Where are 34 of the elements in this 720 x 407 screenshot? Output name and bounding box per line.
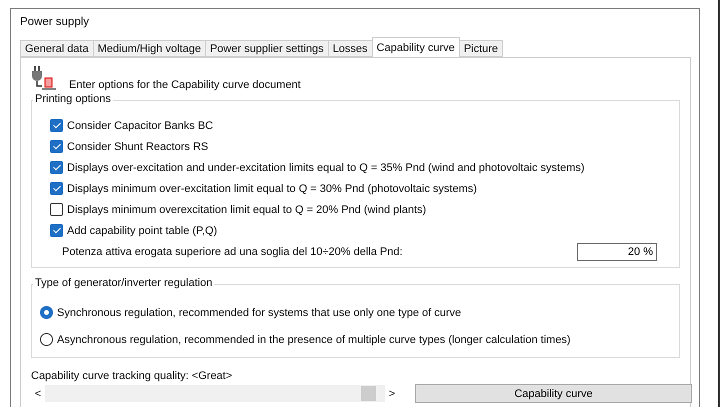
radio-label: Asynchronous regulation, recommended in the presence of multiple curve types (longer calculation times): [57, 334, 571, 346]
slider-thumb[interactable]: [360, 386, 376, 401]
group-title: Type of generator/inverter regulation: [33, 277, 214, 289]
radio-button[interactable]: [40, 306, 53, 319]
header-text: Enter options for the Capability curve document: [69, 79, 301, 91]
threshold-field[interactable]: 20 %: [577, 243, 657, 261]
radio-label: Synchronous regulation, recommended for systems that use only one type of curve: [57, 306, 462, 318]
group-title: Printing options: [33, 93, 113, 105]
checkbox[interactable]: [50, 140, 63, 153]
checkbox-label: Add capability point table (P,Q): [67, 224, 218, 236]
checkbox[interactable]: [50, 224, 63, 237]
checkbox[interactable]: [50, 203, 63, 216]
checkbox-label: Displays minimum overexcitation limit equal to Q = 20% Pnd (wind plants): [67, 204, 426, 216]
tab[interactable]: Picture: [458, 40, 504, 57]
tab[interactable]: Losses: [328, 40, 373, 57]
tab[interactable]: Power supplier settings: [204, 40, 329, 57]
checkbox[interactable]: [50, 161, 63, 174]
checkbox-label: Displays over-excitation and under-excitation limits equal to Q = 35% Pnd (wind and photovoltaic systems): [67, 162, 585, 174]
tab[interactable]: Medium/High voltage: [92, 40, 206, 57]
left-arrow[interactable]: <: [31, 388, 45, 400]
capability-curve-button[interactable]: Capability curve: [415, 384, 692, 403]
slider-track[interactable]: [45, 385, 385, 402]
tab[interactable]: General data: [20, 40, 94, 57]
plug-icon: [31, 64, 59, 92]
tracking-label: Capability curve tracking quality: <Great>: [31, 370, 234, 382]
checkbox-label: Consider Capacitor Banks BC: [67, 120, 214, 132]
checkbox[interactable]: [50, 182, 63, 195]
checkbox[interactable]: [50, 119, 63, 132]
right-arrow[interactable]: >: [385, 388, 399, 400]
radio-button[interactable]: [40, 333, 53, 346]
checkbox-label: Consider Shunt Reactors RS: [67, 140, 208, 152]
checkbox-label: Displays minimum over-excitation limit equal to Q = 30% Pnd (photovoltaic systems): [67, 182, 477, 194]
window-title: Power supply: [20, 15, 90, 30]
threshold-label: Potenza attiva erogata superiore ad una soglia del 10÷20% della Pnd:: [62, 246, 403, 258]
